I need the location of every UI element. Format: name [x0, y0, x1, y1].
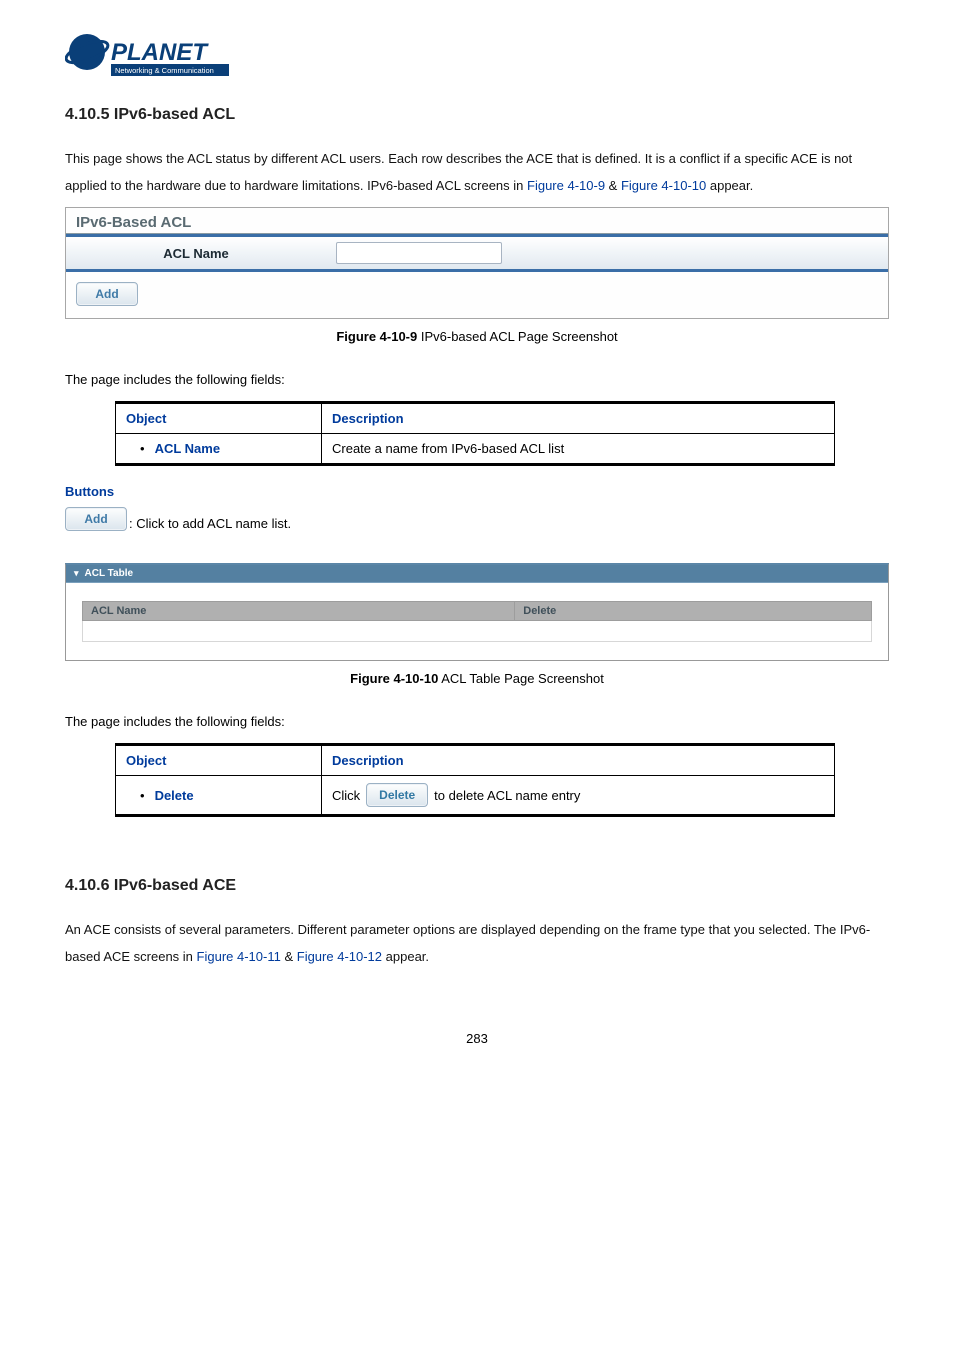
- t1-r1-object: ACL Name: [116, 434, 322, 465]
- figure-caption-2-bold: Figure 4-10-10: [350, 671, 438, 686]
- para2-text-b: appear.: [382, 949, 429, 964]
- t2-r1-name: Delete: [155, 788, 194, 803]
- acl-table-header: ACL Name Delete: [82, 601, 872, 621]
- figure-link-4-10-12[interactable]: Figure 4-10-12: [297, 949, 382, 964]
- ipv6-acl-screenshot: IPv6-Based ACL ACL Name Add: [65, 207, 889, 319]
- add-button-inline[interactable]: Add: [65, 507, 127, 531]
- add-button-description: Add : Click to add ACL name list.: [65, 507, 889, 531]
- t1-h-object: Object: [116, 403, 322, 434]
- section-heading-1: 4.10.5 IPv6-based ACL: [65, 106, 889, 124]
- fields-intro-1: The page includes the following fields:: [65, 372, 889, 387]
- para2-amp: &: [281, 949, 297, 964]
- acl-table-tab-label: ACL Table: [85, 568, 134, 579]
- t2-desc-pre: Click: [332, 788, 360, 803]
- para1-amp: &: [605, 178, 621, 193]
- fields-intro-2: The page includes the following fields:: [65, 714, 889, 729]
- acl-table-col-name: ACL Name: [83, 602, 515, 620]
- planet-logo-icon: PLANET Networking & Communication: [65, 30, 230, 85]
- figure-caption-1: Figure 4-10-9 IPv6-based ACL Page Screen…: [65, 329, 889, 344]
- object-table-1: Object Description ACL Name Create a nam…: [115, 401, 835, 466]
- acl-table-screenshot: ▾ ACL Table ACL Name Delete: [65, 563, 889, 661]
- figure-link-4-10-11[interactable]: Figure 4-10-11: [197, 949, 281, 964]
- acl-name-row: ACL Name: [66, 234, 888, 272]
- section2-paragraph: An ACE consists of several parameters. D…: [65, 917, 889, 970]
- t2-h-object: Object: [116, 745, 322, 776]
- t1-h-desc: Description: [322, 403, 835, 434]
- delete-button-inline[interactable]: Delete: [366, 783, 428, 807]
- chevron-down-icon: ▾: [74, 568, 79, 579]
- para1-text-b: appear.: [706, 178, 753, 193]
- page-number: 283: [65, 1031, 889, 1046]
- logo-brand: PLANET: [111, 39, 209, 66]
- t2-desc-post: to delete ACL name entry: [434, 788, 580, 803]
- t2-r1-desc: Click Delete to delete ACL name entry: [322, 776, 835, 816]
- figure-caption-1-bold: Figure 4-10-9: [336, 329, 417, 344]
- buttons-heading: Buttons: [65, 484, 889, 499]
- acl-table-tab[interactable]: ▾ ACL Table: [66, 565, 888, 583]
- t2-h-desc: Description: [322, 745, 835, 776]
- figure-link-4-10-9[interactable]: Figure 4-10-9: [527, 178, 605, 193]
- section-heading-2: 4.10.6 IPv6-based ACE: [65, 877, 889, 895]
- para2-text-a: An ACE consists of several parameters. D…: [65, 922, 870, 964]
- acl-table-body: [82, 621, 872, 642]
- section1-paragraph: This page shows the ACL status by differ…: [65, 146, 889, 199]
- logo-tagline: Networking & Communication: [115, 66, 214, 75]
- add-button[interactable]: Add: [76, 282, 138, 306]
- figure-link-4-10-10[interactable]: Figure 4-10-10: [621, 178, 706, 193]
- logo: PLANET Networking & Communication: [65, 30, 889, 88]
- t2-r1-object: Delete: [116, 776, 322, 816]
- figure-caption-2: Figure 4-10-10 ACL Table Page Screenshot: [65, 671, 889, 686]
- figure-caption-1-text: IPv6-based ACL Page Screenshot: [417, 329, 617, 344]
- acl-name-label: ACL Name: [66, 239, 326, 268]
- object-table-2: Object Description Delete Click Delete t…: [115, 743, 835, 817]
- figure-caption-2-text: ACL Table Page Screenshot: [438, 671, 604, 686]
- add-button-desc-text: : Click to add ACL name list.: [129, 516, 291, 531]
- t1-r1-desc: Create a name from IPv6-based ACL list: [322, 434, 835, 465]
- panel-title: IPv6-Based ACL: [66, 208, 888, 234]
- t1-r1-name: ACL Name: [155, 441, 221, 456]
- acl-table-col-delete: Delete: [515, 602, 871, 620]
- acl-name-input[interactable]: [336, 242, 502, 264]
